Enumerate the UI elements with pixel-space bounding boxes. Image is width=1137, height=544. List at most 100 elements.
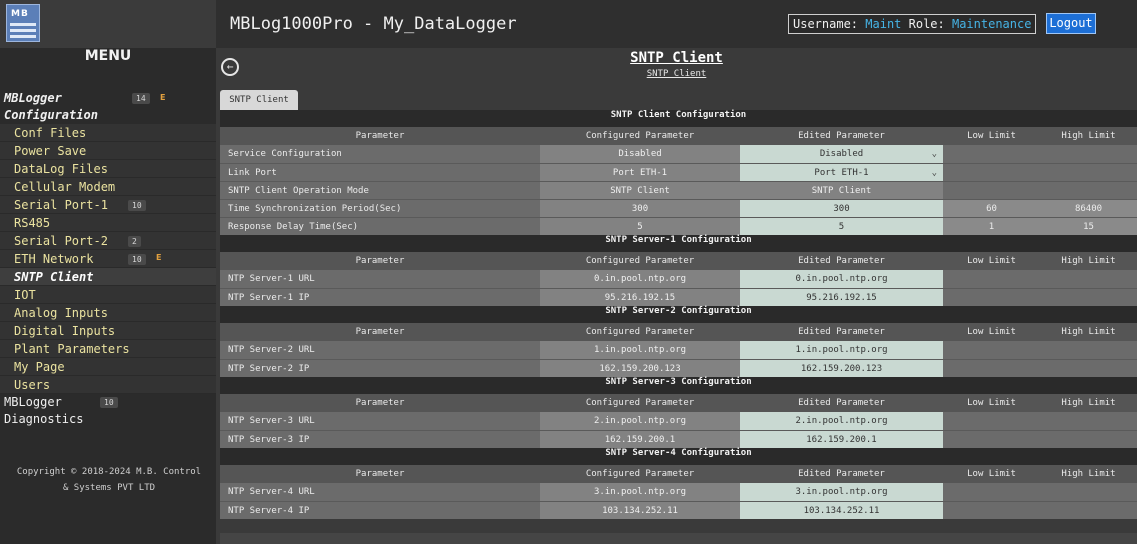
param-name: NTP Server-1 URL — [220, 270, 540, 288]
ntp-server-3-url-input[interactable]: 2.in.pool.ntp.org — [740, 412, 943, 430]
sidebar-item-my-page[interactable]: My Page — [0, 358, 216, 376]
param-name: NTP Server-2 IP — [220, 360, 540, 377]
username-label: Username: — [793, 17, 859, 31]
table-row: Service Configuration Disabled Disabled ⌄ — [220, 145, 1137, 163]
col-low-limit: Low Limit — [967, 256, 1016, 266]
ntp-server-4-ip-input[interactable]: 103.134.252.11 — [740, 502, 943, 519]
footer-strip — [220, 533, 1137, 544]
configured-value: 0.in.pool.ntp.org — [540, 270, 740, 288]
sidebar-group-diagnostics[interactable]: MBLogger Diagnostics 10 — [0, 394, 216, 428]
app-title: MBLog1000Pro - My_DataLogger — [230, 14, 517, 34]
column-header-row: Parameter Configured Parameter Edited Pa… — [220, 127, 1137, 145]
sidebar-item-label: Cellular Modem — [14, 180, 116, 194]
high-limit: 15 — [1040, 218, 1137, 235]
col-edited: Edited Parameter — [798, 327, 885, 337]
ntp-server-3-ip-input[interactable]: 162.159.200.1 — [740, 431, 943, 448]
col-edited: Edited Parameter — [798, 469, 885, 479]
sidebar-item-datalog-files[interactable]: DataLog Files — [0, 160, 216, 178]
col-high-limit: High Limit — [1061, 131, 1116, 141]
role-value: Maintenance — [951, 17, 1032, 31]
sidebar-group-configuration[interactable]: MBLogger Configuration 14 E — [0, 90, 216, 124]
col-parameter: Parameter — [355, 327, 405, 337]
count-badge: 10 — [128, 254, 146, 265]
sidebar-item-users[interactable]: Users — [0, 376, 216, 394]
select-value: Port ETH-1 — [814, 168, 869, 178]
sidebar-item-iot[interactable]: IOT — [0, 286, 216, 304]
high-limit — [1040, 431, 1137, 448]
col-edited: Edited Parameter — [798, 256, 885, 266]
col-parameter: Parameter — [355, 256, 405, 266]
low-limit: 60 — [943, 200, 1040, 217]
table-row: NTP Server-1 IP 95.216.192.15 95.216.192… — [220, 288, 1137, 306]
table-row: Link Port Port ETH-1 Port ETH-1 ⌄ — [220, 163, 1137, 181]
ntp-server-4-url-input[interactable]: 3.in.pool.ntp.org — [740, 483, 943, 501]
table-row: NTP Server-4 IP 103.134.252.11 103.134.2… — [220, 501, 1137, 519]
sidebar-item-digital-inputs[interactable]: Digital Inputs — [0, 322, 216, 340]
chevron-down-icon: ⌄ — [931, 168, 937, 178]
sidebar-item-label: Power Save — [14, 144, 87, 158]
col-low-limit: Low Limit — [967, 327, 1016, 337]
sidebar-item-serial-port-1[interactable]: Serial Port-1 10 — [0, 196, 216, 214]
edited-value: SNTP Client — [740, 182, 943, 199]
menu-title: MENU — [84, 48, 132, 64]
column-header-row: Parameter Configured Parameter Edited Pa… — [220, 394, 1137, 412]
sidebar-item-rs485[interactable]: RS485 — [0, 214, 216, 232]
sidebar-item-label: Plant Parameters — [14, 342, 130, 356]
username-value: Maint — [865, 17, 902, 31]
ntp-server-1-ip-input[interactable]: 95.216.192.15 — [740, 289, 943, 306]
sidebar-item-serial-port-2[interactable]: Serial Port-2 2 — [0, 232, 216, 250]
sidebar-item-eth-network[interactable]: ETH Network 10 E — [0, 250, 216, 268]
configured-value: 95.216.192.15 — [540, 289, 740, 306]
table-row: NTP Server-2 URL 1.in.pool.ntp.org 1.in.… — [220, 341, 1137, 359]
param-name: NTP Server-2 URL — [220, 341, 540, 359]
low-limit — [943, 431, 1040, 448]
col-configured: Configured Parameter — [585, 398, 695, 408]
sync-period-input[interactable]: 300 — [740, 200, 943, 217]
sidebar-item-power-save[interactable]: Power Save — [0, 142, 216, 160]
sidebar-item-label: Analog Inputs — [14, 306, 108, 320]
col-edited: Edited Parameter — [798, 131, 885, 141]
service-config-select[interactable]: Disabled ⌄ — [740, 145, 943, 163]
configured-value: Disabled — [540, 145, 740, 163]
configured-value: 3.in.pool.ntp.org — [540, 483, 740, 501]
column-header-row: Parameter Configured Parameter Edited Pa… — [220, 323, 1137, 341]
tab-sntp-client[interactable]: SNTP Client — [220, 90, 298, 110]
sidebar-item-label: DataLog Files — [14, 162, 108, 176]
sidebar-item-analog-inputs[interactable]: Analog Inputs — [0, 304, 216, 322]
high-limit — [1040, 182, 1137, 199]
chevron-down-icon: ⌄ — [931, 149, 937, 159]
company-logo: MB — [6, 4, 40, 42]
error-flag-icon: E — [160, 93, 166, 102]
count-badge: 10 — [128, 200, 146, 211]
logout-button[interactable]: Logout — [1046, 13, 1096, 34]
high-limit — [1040, 412, 1137, 430]
sidebar-item-label: SNTP Client — [14, 270, 94, 284]
low-limit — [943, 145, 1040, 163]
sidebar-item-plant-parameters[interactable]: Plant Parameters — [0, 340, 216, 358]
high-limit — [1040, 341, 1137, 359]
count-badge: 14 — [132, 93, 150, 104]
page-subtitle: SNTP Client — [646, 69, 707, 79]
configured-value: 1.in.pool.ntp.org — [540, 341, 740, 359]
ntp-server-1-url-input[interactable]: 0.in.pool.ntp.org — [740, 270, 943, 288]
section-title: SNTP Server-4 Configuration — [220, 448, 1137, 465]
param-name: Service Configuration — [220, 145, 540, 163]
table-row: Response Delay Time(Sec) 5 5 1 15 — [220, 217, 1137, 235]
configured-value: 103.134.252.11 — [540, 502, 740, 519]
ntp-server-2-url-input[interactable]: 1.in.pool.ntp.org — [740, 341, 943, 359]
col-edited: Edited Parameter — [798, 398, 885, 408]
response-delay-input[interactable]: 5 — [740, 218, 943, 235]
configured-value: 162.159.200.1 — [540, 431, 740, 448]
col-parameter: Parameter — [355, 469, 405, 479]
sidebar-item-cellular-modem[interactable]: Cellular Modem — [0, 178, 216, 196]
high-limit — [1040, 502, 1137, 519]
low-limit — [943, 164, 1040, 181]
table-row: NTP Server-4 URL 3.in.pool.ntp.org 3.in.… — [220, 483, 1137, 501]
sidebar-item-sntp-client[interactable]: SNTP Client — [0, 268, 216, 286]
ntp-server-2-ip-input[interactable]: 162.159.200.123 — [740, 360, 943, 377]
sidebar: MENU MBLogger Configuration 14 E Conf Fi… — [0, 48, 216, 544]
high-limit — [1040, 164, 1137, 181]
logo-text: MB — [11, 9, 29, 19]
sidebar-item-conf-files[interactable]: Conf Files — [0, 124, 216, 142]
link-port-select[interactable]: Port ETH-1 ⌄ — [740, 164, 943, 181]
